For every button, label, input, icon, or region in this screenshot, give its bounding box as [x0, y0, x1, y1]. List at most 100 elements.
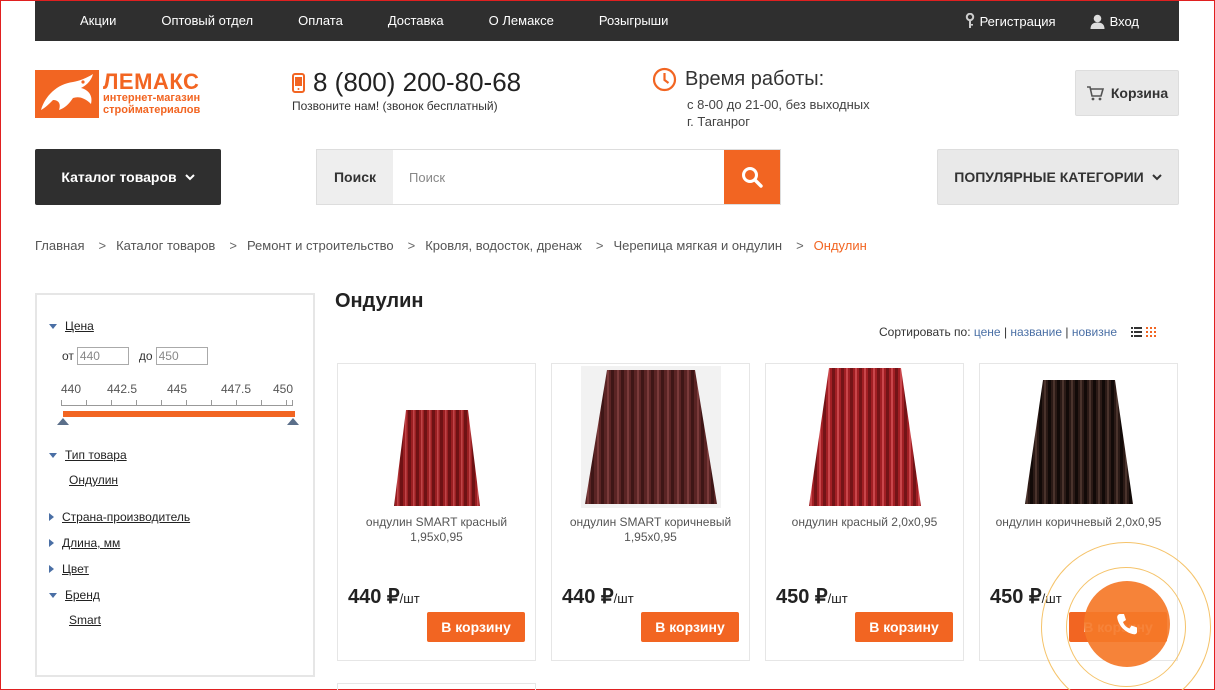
- callback-button[interactable]: [1084, 581, 1170, 667]
- logo-name: ЛЕМАКС: [103, 69, 200, 94]
- filter-country-toggle[interactable]: Страна-производитель: [49, 510, 190, 524]
- catalog-button[interactable]: Каталог товаров: [35, 149, 221, 205]
- filter-type-toggle[interactable]: Тип товара: [49, 448, 127, 462]
- filter-length-toggle[interactable]: Длина, мм: [49, 536, 120, 550]
- nav-link-payment[interactable]: Оплата: [298, 1, 343, 41]
- page-title: Ондулин: [335, 290, 424, 312]
- cart-button[interactable]: Корзина: [1075, 70, 1179, 116]
- key-icon: [965, 13, 974, 28]
- price-to-label: до: [138, 349, 153, 363]
- add-to-cart-button[interactable]: В корзину: [855, 612, 953, 642]
- product-name[interactable]: ондулин SMART красный 1,95х0,95: [346, 515, 527, 545]
- collapsed-arrow-icon: [49, 513, 54, 521]
- collapsed-arrow-icon: [49, 565, 54, 573]
- expanded-arrow-icon: [49, 452, 57, 458]
- product-price: 440 ₽/шт: [562, 586, 634, 608]
- product-price: 440 ₽/шт: [348, 586, 420, 608]
- sort-by-name[interactable]: название: [1010, 325, 1062, 339]
- register-label: Регистрация: [979, 13, 1056, 29]
- hours-title: Время работы:: [685, 68, 825, 90]
- filter-type-label: Тип товара: [65, 448, 127, 462]
- product-image[interactable]: [338, 368, 535, 508]
- sort-by-price[interactable]: цене: [974, 325, 1001, 339]
- nav-link-wholesale[interactable]: Оптовый отдел: [161, 1, 253, 41]
- product-name[interactable]: ондулин красный 2,0х0,95: [774, 515, 955, 530]
- cart-icon: [1086, 86, 1104, 101]
- breadcrumb-repair[interactable]: Ремонт и строительство: [247, 238, 394, 253]
- chevron-down-icon: [1151, 173, 1162, 180]
- product-card[interactable]: ондулин SMART красный 1,95х0,95 440 ₽/шт…: [337, 363, 536, 661]
- filter-brand-option[interactable]: Smart: [69, 613, 101, 627]
- register-link[interactable]: Регистрация: [965, 13, 1056, 29]
- breadcrumb: Главная > Каталог товаров > Ремонт и стр…: [35, 238, 867, 253]
- price-range-track[interactable]: [63, 411, 295, 417]
- breadcrumb-separator: >: [595, 238, 604, 253]
- cart-label: Корзина: [1110, 85, 1169, 101]
- price-scale-ticks: [61, 398, 293, 406]
- price-tick-label: 440: [60, 382, 82, 396]
- popular-categories-button[interactable]: ПОПУЛЯРНЫЕ КАТЕГОРИИ: [937, 149, 1179, 205]
- price-tick-label: 442.5: [106, 382, 138, 396]
- grid-view-icon[interactable]: [1146, 327, 1157, 337]
- filter-price-toggle[interactable]: Цена: [49, 319, 94, 333]
- price-min-handle[interactable]: [57, 418, 69, 425]
- sort-separator: |: [1003, 325, 1008, 339]
- phone-number[interactable]: 8 (800) 200-80-68: [313, 67, 521, 98]
- sort-bar: Сортировать по: цене | название | новизн…: [879, 325, 1157, 339]
- filter-brand-toggle[interactable]: Бренд: [49, 588, 100, 602]
- price-to-input[interactable]: [155, 347, 208, 365]
- logo-tagline-1: интернет-магазин: [103, 92, 201, 104]
- filter-type-option[interactable]: Ондулин: [69, 473, 118, 487]
- login-link[interactable]: Вход: [1090, 14, 1139, 29]
- product-card[interactable]: ондулин красный 2,0х0,95 450 ₽/шт В корз…: [765, 363, 964, 661]
- clock-icon: [652, 67, 677, 92]
- chevron-down-icon: [184, 173, 195, 180]
- phone-note: Позвоните нам! (звонок бесплатный): [292, 99, 498, 113]
- phone-line: 8 (800) 200-80-68: [292, 67, 521, 98]
- search-button[interactable]: [724, 150, 780, 204]
- product-price: 450 ₽/шт: [776, 586, 848, 608]
- product-name[interactable]: ондулин коричневый 2,0х0,95: [988, 515, 1169, 530]
- collapsed-arrow-icon: [49, 539, 54, 547]
- breadcrumb-separator: >: [229, 238, 237, 253]
- product-card-next-row: [337, 683, 536, 690]
- breadcrumb-current: Ондулин: [813, 238, 867, 253]
- filter-price-label: Цена: [65, 319, 94, 333]
- breadcrumb-tiles[interactable]: Черепица мягкая и ондулин: [613, 238, 782, 253]
- nav-link-giveaways[interactable]: Розыгрыши: [599, 1, 669, 41]
- product-image[interactable]: [552, 366, 749, 508]
- product-image[interactable]: [980, 368, 1177, 508]
- breadcrumb-catalog[interactable]: Каталог товаров: [116, 238, 215, 253]
- add-to-cart-button[interactable]: В корзину: [641, 612, 739, 642]
- expanded-arrow-icon: [49, 592, 57, 598]
- hours-schedule: с 8-00 до 21-00, без выходных: [687, 97, 870, 112]
- hours-header: Время работы:: [652, 67, 870, 92]
- site-logo[interactable]: ЛЕМАКС интернет-магазин стройматериалов: [35, 69, 225, 119]
- logo-mark: [35, 70, 99, 118]
- nav-link-promotions[interactable]: Акции: [80, 1, 116, 41]
- logo-tagline-2: стройматериалов: [103, 104, 201, 116]
- product-name[interactable]: ондулин SMART коричневый 1,95х0,95: [560, 515, 741, 545]
- nav-link-delivery[interactable]: Доставка: [388, 1, 444, 41]
- filter-sidebar: Цена от до 440 442.5 445 447.5 450 Тип т…: [35, 293, 315, 677]
- search-input[interactable]: [393, 150, 724, 204]
- top-nav-links: Акции Оптовый отдел Оплата Доставка О Ле…: [35, 1, 713, 41]
- sort-by-newest[interactable]: новизне: [1072, 325, 1117, 339]
- filter-color-label: Цвет: [62, 562, 89, 576]
- price-tick-label: 445: [166, 382, 188, 396]
- product-card[interactable]: ондулин SMART коричневый 1,95х0,95 440 ₽…: [551, 363, 750, 661]
- expanded-arrow-icon: [49, 323, 57, 329]
- filter-brand-label: Бренд: [65, 588, 100, 602]
- account-links: Регистрация Вход: [931, 1, 1179, 41]
- add-to-cart-button[interactable]: В корзину: [427, 612, 525, 642]
- list-view-icon[interactable]: [1131, 327, 1143, 337]
- nav-link-about[interactable]: О Лемаксе: [489, 1, 554, 41]
- price-max-handle[interactable]: [287, 418, 299, 425]
- filter-color-toggle[interactable]: Цвет: [49, 562, 89, 576]
- breadcrumb-home[interactable]: Главная: [35, 238, 84, 253]
- sort-separator: |: [1065, 325, 1069, 339]
- price-from-input[interactable]: [76, 347, 129, 365]
- working-hours: Время работы: с 8-00 до 21-00, без выход…: [652, 67, 870, 130]
- breadcrumb-roofing[interactable]: Кровля, водосток, дренаж: [425, 238, 582, 253]
- product-image[interactable]: [766, 368, 963, 508]
